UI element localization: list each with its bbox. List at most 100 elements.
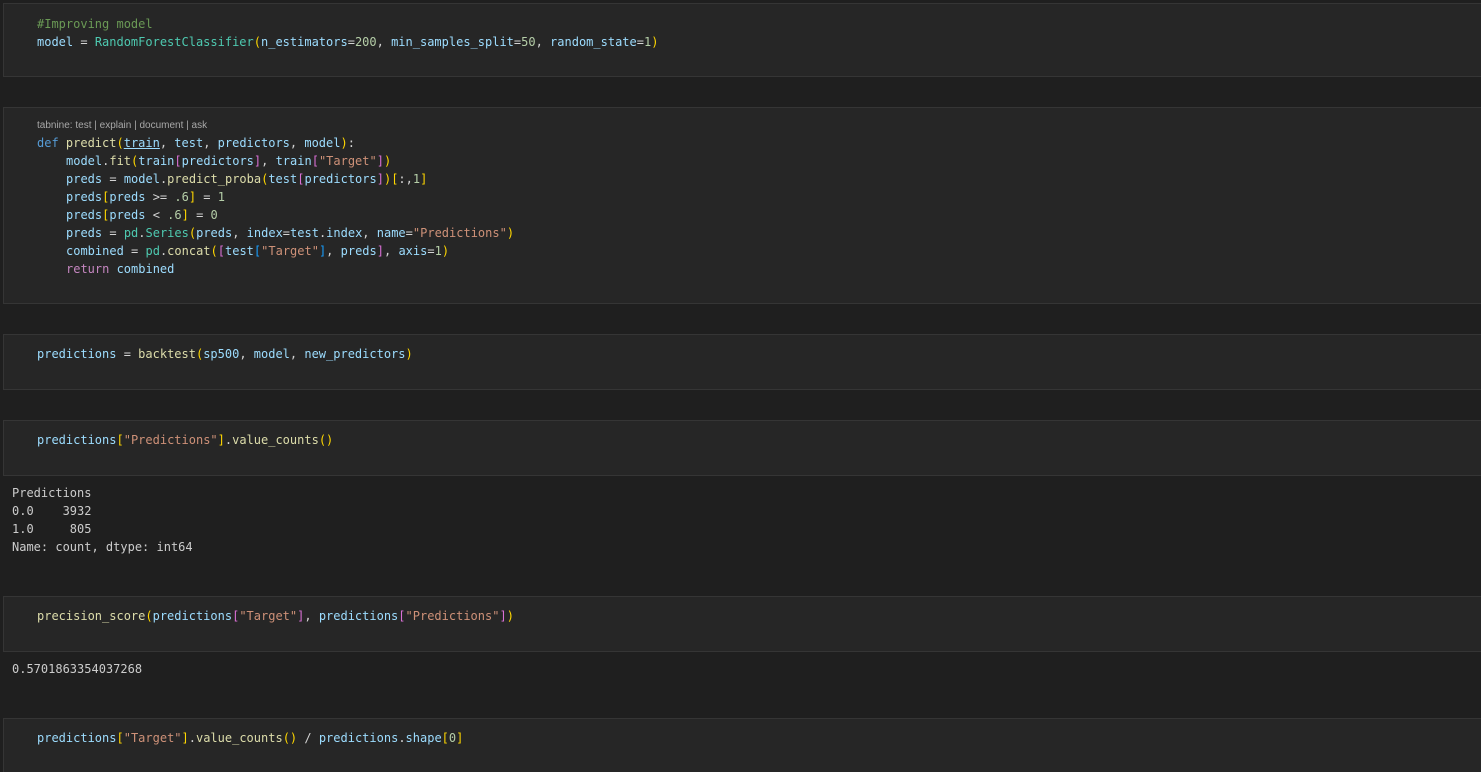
code-token: ) <box>383 154 392 168</box>
code-token: = <box>282 226 291 240</box>
code-cell[interactable]: predictions = backtest(sp500, model, new… <box>3 334 1481 390</box>
code-token: . <box>188 731 196 745</box>
code-line: preds = pd.Series(preds, index=test.inde… <box>37 224 514 242</box>
code-token: [ <box>116 433 124 447</box>
code-token: #Improving model <box>37 17 153 31</box>
code-line: preds[preds < .6] = 0 <box>37 206 514 224</box>
code-token: concat <box>167 244 211 258</box>
code-editor[interactable]: #Improving model model = RandomForestClas… <box>37 15 658 51</box>
code-token: test <box>290 226 319 240</box>
code-token: , <box>289 347 305 361</box>
code-editor[interactable]: predictions["Predictions"].value_counts(… <box>37 431 333 449</box>
code-token: preds <box>66 226 103 240</box>
code-token: preds <box>66 208 103 222</box>
code-token: pd <box>145 244 160 258</box>
code-token: , <box>289 136 305 150</box>
code-token: n_estimators <box>261 35 348 49</box>
code-token: . <box>138 226 146 240</box>
code-token: < <box>145 208 168 222</box>
code-cell[interactable]: #Improving model model = RandomForestClas… <box>3 3 1481 77</box>
code-cell[interactable]: predictions["Target"].value_counts() / p… <box>3 718 1481 772</box>
code-line: preds[preds >= .6] = 1 <box>37 188 514 206</box>
code-token: predictors <box>304 172 377 186</box>
code-token: :, <box>398 172 413 186</box>
code-token: , <box>304 609 319 623</box>
code-token: train <box>275 154 312 168</box>
code-token: , <box>232 226 247 240</box>
output-line: 0.0 3932 <box>12 504 92 518</box>
code-token: ) <box>340 136 348 150</box>
code-token: name <box>376 226 406 240</box>
code-token: [ <box>441 731 449 745</box>
code-cell[interactable]: precision_score(predictions["Target"], p… <box>3 596 1481 652</box>
code-token: ] <box>188 190 197 204</box>
code-token: : <box>347 136 355 150</box>
output-line: Name: count, dtype: int64 <box>12 540 193 554</box>
code-token: = <box>188 208 211 222</box>
code-editor[interactable]: predictions = backtest(sp500, model, new… <box>37 345 413 363</box>
code-line: precision_score(predictions["Target"], p… <box>37 607 514 625</box>
code-token: ] <box>376 154 384 168</box>
code-editor[interactable]: precision_score(predictions["Target"], p… <box>37 607 514 625</box>
code-token: 200 <box>354 35 377 49</box>
code-token: pd <box>123 226 139 240</box>
code-line: predictions["Target"].value_counts() / p… <box>37 729 463 747</box>
tabnine-codelens[interactable]: tabnine: test | explain | document | ask <box>37 120 207 131</box>
code-cell[interactable]: tabnine: test | explain | document | ask… <box>3 107 1481 304</box>
code-token: ( <box>253 35 261 49</box>
code-token: combined <box>66 244 124 258</box>
code-token: ) <box>506 226 515 240</box>
code-editor[interactable]: def predict(train, test, predictors, mod… <box>37 134 514 278</box>
code-token: 50 <box>521 35 536 49</box>
code-token: ] <box>181 731 189 745</box>
code-token: = <box>116 347 139 361</box>
code-token: predictors <box>181 154 254 168</box>
code-token: ) <box>441 244 450 258</box>
code-token: backtest <box>138 347 196 361</box>
code-line: combined = pd.concat([test["Target"], pr… <box>37 242 514 260</box>
code-token: ( <box>145 609 153 623</box>
code-line: predictions["Predictions"].value_counts(… <box>37 431 333 449</box>
code-line: predictions = backtest(sp500, model, new… <box>37 345 413 363</box>
code-token: precision_score <box>37 609 146 623</box>
code-token: ] <box>376 244 384 258</box>
code-token: = <box>196 190 218 204</box>
code-editor[interactable]: predictions["Target"].value_counts() / p… <box>37 729 463 747</box>
code-line: #Improving model <box>37 15 658 33</box>
code-token: preds <box>109 208 146 222</box>
code-token: [ <box>311 154 319 168</box>
code-token: . <box>398 731 406 745</box>
code-line: model = RandomForestClassifier(n_estimat… <box>37 33 658 51</box>
code-token: , <box>239 347 254 361</box>
code-token: .6 <box>174 190 189 204</box>
code-token: ( <box>210 244 218 258</box>
code-token: sp500 <box>203 347 240 361</box>
code-token: , <box>362 226 377 240</box>
code-token: Series <box>145 226 189 240</box>
code-token: predictions <box>152 609 233 623</box>
code-token: [ <box>174 154 182 168</box>
code-token: ( <box>188 226 197 240</box>
code-token: RandomForestClassifier <box>94 35 254 49</box>
code-token: = <box>102 226 124 240</box>
code-token: >= <box>145 190 175 204</box>
code-token: preds <box>66 190 103 204</box>
code-token: return <box>66 262 117 276</box>
code-token: axis <box>398 244 428 258</box>
code-token: ) <box>651 35 659 49</box>
code-token: model <box>304 136 341 150</box>
code-token: "Predictions" <box>405 609 500 623</box>
code-line: def predict(train, test, predictors, mod… <box>37 134 514 152</box>
code-token: = <box>73 35 95 49</box>
code-cell[interactable]: predictions["Predictions"].value_counts(… <box>3 420 1481 476</box>
code-token: ] <box>499 609 507 623</box>
code-token: predictions <box>318 609 399 623</box>
code-token: def <box>37 136 66 150</box>
code-token: preds <box>109 190 146 204</box>
code-token: predict_proba <box>167 172 262 186</box>
code-token: test <box>268 172 298 186</box>
output-line: 1.0 805 <box>12 522 92 536</box>
code-token: predictions <box>37 731 117 745</box>
code-token: preds <box>66 172 103 186</box>
code-token: predictions <box>37 347 117 361</box>
